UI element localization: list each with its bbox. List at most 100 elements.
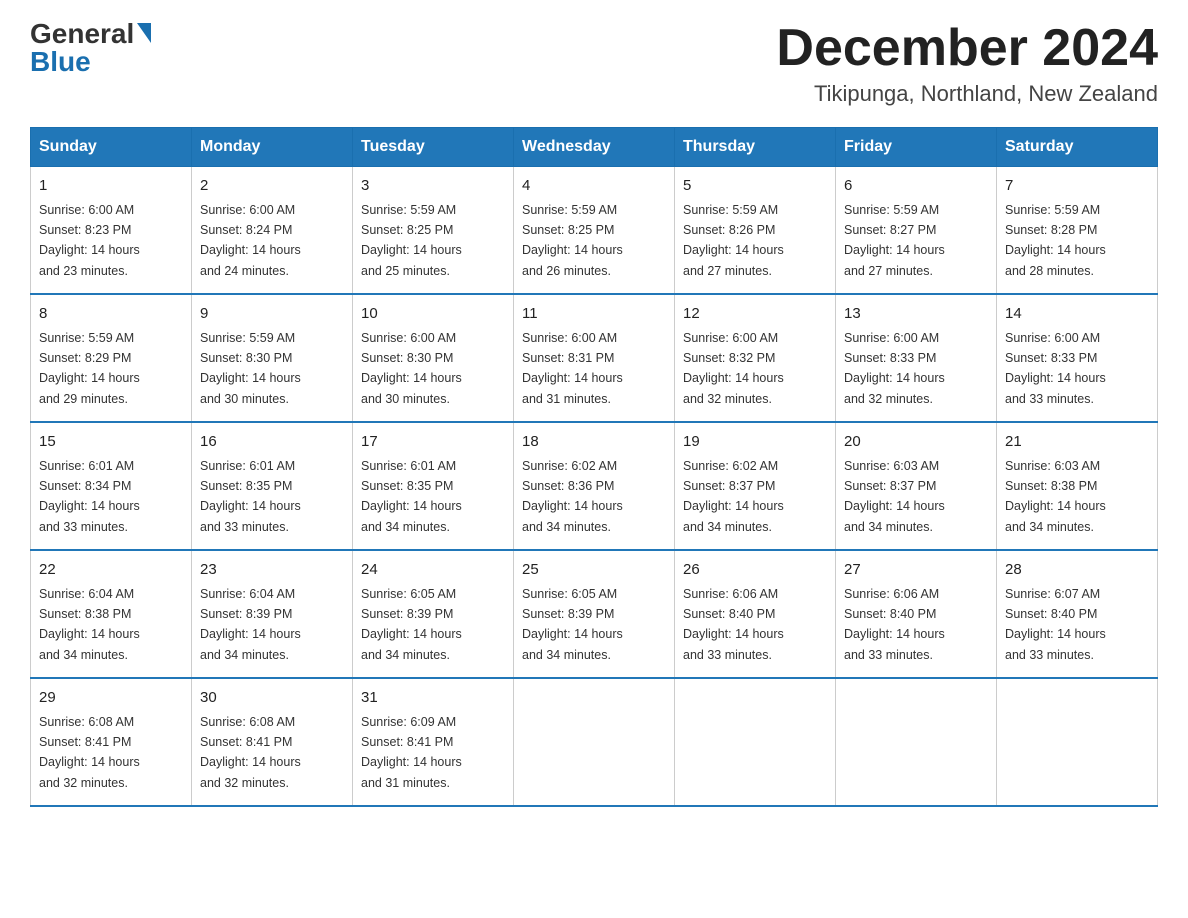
- day-info: Sunrise: 6:02 AMSunset: 8:37 PMDaylight:…: [683, 459, 784, 534]
- header-tuesday: Tuesday: [353, 128, 514, 167]
- day-number: 17: [361, 431, 505, 454]
- day-number: 3: [361, 175, 505, 198]
- calendar-cell: [675, 678, 836, 806]
- calendar-cell: 28 Sunrise: 6:07 AMSunset: 8:40 PMDaylig…: [997, 550, 1158, 678]
- calendar-cell: 26 Sunrise: 6:06 AMSunset: 8:40 PMDaylig…: [675, 550, 836, 678]
- day-number: 11: [522, 303, 666, 326]
- calendar-cell: [514, 678, 675, 806]
- calendar-week-row: 29 Sunrise: 6:08 AMSunset: 8:41 PMDaylig…: [31, 678, 1158, 806]
- day-info: Sunrise: 6:08 AMSunset: 8:41 PMDaylight:…: [39, 715, 140, 790]
- page-header: General Blue December 2024 Tikipunga, No…: [30, 20, 1158, 107]
- calendar-cell: 17 Sunrise: 6:01 AMSunset: 8:35 PMDaylig…: [353, 422, 514, 550]
- day-info: Sunrise: 6:00 AMSunset: 8:31 PMDaylight:…: [522, 331, 623, 406]
- day-number: 21: [1005, 431, 1149, 454]
- day-info: Sunrise: 6:00 AMSunset: 8:32 PMDaylight:…: [683, 331, 784, 406]
- day-number: 4: [522, 175, 666, 198]
- calendar-cell: 4 Sunrise: 5:59 AMSunset: 8:25 PMDayligh…: [514, 167, 675, 295]
- calendar-cell: 31 Sunrise: 6:09 AMSunset: 8:41 PMDaylig…: [353, 678, 514, 806]
- day-info: Sunrise: 6:05 AMSunset: 8:39 PMDaylight:…: [522, 587, 623, 662]
- calendar-cell: 15 Sunrise: 6:01 AMSunset: 8:34 PMDaylig…: [31, 422, 192, 550]
- day-info: Sunrise: 6:09 AMSunset: 8:41 PMDaylight:…: [361, 715, 462, 790]
- calendar-cell: 5 Sunrise: 5:59 AMSunset: 8:26 PMDayligh…: [675, 167, 836, 295]
- calendar-week-row: 1 Sunrise: 6:00 AMSunset: 8:23 PMDayligh…: [31, 167, 1158, 295]
- calendar-cell: 24 Sunrise: 6:05 AMSunset: 8:39 PMDaylig…: [353, 550, 514, 678]
- calendar-cell: [836, 678, 997, 806]
- day-number: 27: [844, 559, 988, 582]
- calendar-header-row: SundayMondayTuesdayWednesdayThursdayFrid…: [31, 128, 1158, 167]
- calendar-cell: 20 Sunrise: 6:03 AMSunset: 8:37 PMDaylig…: [836, 422, 997, 550]
- calendar-cell: 1 Sunrise: 6:00 AMSunset: 8:23 PMDayligh…: [31, 167, 192, 295]
- day-info: Sunrise: 6:08 AMSunset: 8:41 PMDaylight:…: [200, 715, 301, 790]
- day-number: 23: [200, 559, 344, 582]
- calendar-cell: 10 Sunrise: 6:00 AMSunset: 8:30 PMDaylig…: [353, 294, 514, 422]
- logo-blue-text: Blue: [30, 48, 91, 76]
- day-number: 12: [683, 303, 827, 326]
- day-info: Sunrise: 6:00 AMSunset: 8:33 PMDaylight:…: [844, 331, 945, 406]
- day-number: 5: [683, 175, 827, 198]
- day-number: 29: [39, 687, 183, 710]
- calendar-week-row: 8 Sunrise: 5:59 AMSunset: 8:29 PMDayligh…: [31, 294, 1158, 422]
- day-info: Sunrise: 6:03 AMSunset: 8:37 PMDaylight:…: [844, 459, 945, 534]
- calendar-cell: 16 Sunrise: 6:01 AMSunset: 8:35 PMDaylig…: [192, 422, 353, 550]
- day-number: 20: [844, 431, 988, 454]
- calendar-cell: 29 Sunrise: 6:08 AMSunset: 8:41 PMDaylig…: [31, 678, 192, 806]
- day-info: Sunrise: 5:59 AMSunset: 8:25 PMDaylight:…: [522, 203, 623, 278]
- day-info: Sunrise: 6:06 AMSunset: 8:40 PMDaylight:…: [683, 587, 784, 662]
- day-info: Sunrise: 5:59 AMSunset: 8:27 PMDaylight:…: [844, 203, 945, 278]
- day-number: 26: [683, 559, 827, 582]
- day-number: 22: [39, 559, 183, 582]
- day-number: 13: [844, 303, 988, 326]
- calendar-cell: 11 Sunrise: 6:00 AMSunset: 8:31 PMDaylig…: [514, 294, 675, 422]
- calendar-cell: 3 Sunrise: 5:59 AMSunset: 8:25 PMDayligh…: [353, 167, 514, 295]
- calendar-cell: 13 Sunrise: 6:00 AMSunset: 8:33 PMDaylig…: [836, 294, 997, 422]
- day-number: 10: [361, 303, 505, 326]
- calendar-table: SundayMondayTuesdayWednesdayThursdayFrid…: [30, 127, 1158, 807]
- calendar-subtitle: Tikipunga, Northland, New Zealand: [776, 81, 1158, 107]
- day-info: Sunrise: 6:04 AMSunset: 8:38 PMDaylight:…: [39, 587, 140, 662]
- day-info: Sunrise: 6:00 AMSunset: 8:23 PMDaylight:…: [39, 203, 140, 278]
- day-number: 6: [844, 175, 988, 198]
- day-number: 30: [200, 687, 344, 710]
- calendar-cell: 27 Sunrise: 6:06 AMSunset: 8:40 PMDaylig…: [836, 550, 997, 678]
- day-info: Sunrise: 5:59 AMSunset: 8:30 PMDaylight:…: [200, 331, 301, 406]
- calendar-cell: 14 Sunrise: 6:00 AMSunset: 8:33 PMDaylig…: [997, 294, 1158, 422]
- day-number: 24: [361, 559, 505, 582]
- calendar-cell: 7 Sunrise: 5:59 AMSunset: 8:28 PMDayligh…: [997, 167, 1158, 295]
- calendar-cell: 8 Sunrise: 5:59 AMSunset: 8:29 PMDayligh…: [31, 294, 192, 422]
- day-number: 2: [200, 175, 344, 198]
- calendar-cell: 9 Sunrise: 5:59 AMSunset: 8:30 PMDayligh…: [192, 294, 353, 422]
- header-friday: Friday: [836, 128, 997, 167]
- header-wednesday: Wednesday: [514, 128, 675, 167]
- logo-general-text: General: [30, 20, 134, 48]
- day-number: 25: [522, 559, 666, 582]
- calendar-cell: 2 Sunrise: 6:00 AMSunset: 8:24 PMDayligh…: [192, 167, 353, 295]
- day-info: Sunrise: 6:01 AMSunset: 8:35 PMDaylight:…: [200, 459, 301, 534]
- title-block: December 2024 Tikipunga, Northland, New …: [776, 20, 1158, 107]
- day-number: 18: [522, 431, 666, 454]
- day-info: Sunrise: 6:00 AMSunset: 8:33 PMDaylight:…: [1005, 331, 1106, 406]
- day-info: Sunrise: 5:59 AMSunset: 8:26 PMDaylight:…: [683, 203, 784, 278]
- day-info: Sunrise: 6:01 AMSunset: 8:35 PMDaylight:…: [361, 459, 462, 534]
- day-number: 7: [1005, 175, 1149, 198]
- day-info: Sunrise: 6:07 AMSunset: 8:40 PMDaylight:…: [1005, 587, 1106, 662]
- day-info: Sunrise: 6:03 AMSunset: 8:38 PMDaylight:…: [1005, 459, 1106, 534]
- calendar-cell: 12 Sunrise: 6:00 AMSunset: 8:32 PMDaylig…: [675, 294, 836, 422]
- calendar-cell: 30 Sunrise: 6:08 AMSunset: 8:41 PMDaylig…: [192, 678, 353, 806]
- day-number: 28: [1005, 559, 1149, 582]
- header-sunday: Sunday: [31, 128, 192, 167]
- day-number: 8: [39, 303, 183, 326]
- day-info: Sunrise: 5:59 AMSunset: 8:25 PMDaylight:…: [361, 203, 462, 278]
- calendar-cell: 6 Sunrise: 5:59 AMSunset: 8:27 PMDayligh…: [836, 167, 997, 295]
- calendar-cell: [997, 678, 1158, 806]
- day-number: 16: [200, 431, 344, 454]
- day-info: Sunrise: 5:59 AMSunset: 8:29 PMDaylight:…: [39, 331, 140, 406]
- day-number: 15: [39, 431, 183, 454]
- day-info: Sunrise: 6:04 AMSunset: 8:39 PMDaylight:…: [200, 587, 301, 662]
- day-info: Sunrise: 6:00 AMSunset: 8:30 PMDaylight:…: [361, 331, 462, 406]
- calendar-cell: 22 Sunrise: 6:04 AMSunset: 8:38 PMDaylig…: [31, 550, 192, 678]
- day-info: Sunrise: 5:59 AMSunset: 8:28 PMDaylight:…: [1005, 203, 1106, 278]
- day-info: Sunrise: 6:06 AMSunset: 8:40 PMDaylight:…: [844, 587, 945, 662]
- logo: General Blue: [30, 20, 151, 76]
- day-info: Sunrise: 6:02 AMSunset: 8:36 PMDaylight:…: [522, 459, 623, 534]
- day-info: Sunrise: 6:00 AMSunset: 8:24 PMDaylight:…: [200, 203, 301, 278]
